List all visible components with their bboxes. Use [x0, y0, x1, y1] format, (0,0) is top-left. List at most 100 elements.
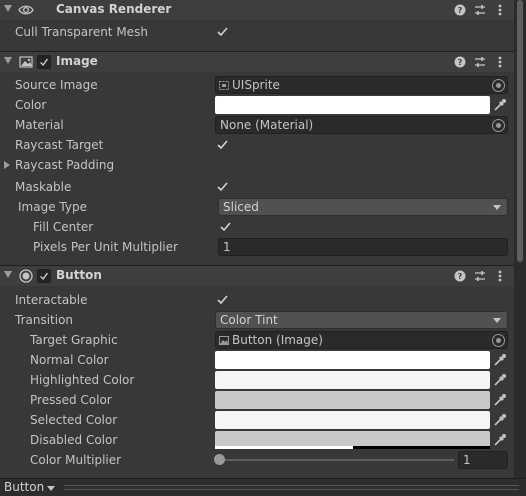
- highlighted-color-label: Highlighted Color: [30, 373, 135, 387]
- color-row: Color: [0, 95, 514, 115]
- color-multiplier-label: Color Multiplier: [30, 453, 122, 467]
- eyedropper-icon[interactable]: [493, 433, 507, 447]
- image-icon: [219, 336, 229, 345]
- image-type-label: Image Type: [18, 200, 87, 214]
- chevron-down-icon: [493, 205, 501, 210]
- raycast-target-checkbox[interactable]: [215, 137, 230, 152]
- target-graphic-row: Target Graphic Button (Image): [0, 330, 514, 350]
- component-title: Canvas Renderer: [56, 2, 172, 16]
- cull-transparent-mesh-label: Cull Transparent Mesh: [15, 25, 148, 39]
- foldout-arrow-icon[interactable]: [4, 271, 12, 278]
- color-multiplier-slider-track[interactable]: [222, 459, 454, 461]
- image-component-icon: [19, 56, 33, 68]
- selected-color-swatch[interactable]: [215, 411, 490, 429]
- fill-center-label: Fill Center: [33, 220, 94, 234]
- maskable-row: Maskable: [0, 177, 514, 197]
- button-component-icon: [19, 269, 33, 283]
- eyedropper-icon[interactable]: [493, 393, 507, 407]
- button-component-header[interactable]: Button ?: [0, 265, 514, 286]
- target-graphic-field[interactable]: Button (Image): [215, 331, 508, 349]
- color-multiplier-input[interactable]: 1: [458, 451, 508, 469]
- bottom-bar: Button: [0, 478, 526, 496]
- foldout-arrow-icon[interactable]: [4, 161, 10, 169]
- eyedropper-icon[interactable]: [493, 373, 507, 387]
- sprite-icon: [219, 81, 229, 90]
- more-menu-icon[interactable]: [493, 2, 507, 18]
- target-graphic-value: Button (Image): [232, 333, 323, 347]
- component-title: Image: [56, 54, 98, 68]
- scrollbar-thumb[interactable]: [517, 0, 523, 262]
- ppu-multiplier-label: Pixels Per Unit Multiplier: [33, 240, 178, 254]
- interactable-checkbox[interactable]: [215, 292, 230, 307]
- svg-text:?: ?: [458, 58, 463, 67]
- material-row: Material None (Material): [0, 115, 514, 135]
- presets-icon[interactable]: [473, 2, 487, 18]
- eyedropper-icon[interactable]: [493, 98, 507, 112]
- color-multiplier-row: Color Multiplier 1: [0, 450, 514, 470]
- raycast-target-row: Raycast Target: [0, 135, 514, 155]
- foldout-arrow-icon[interactable]: [4, 57, 12, 64]
- transition-label: Transition: [15, 313, 74, 327]
- transition-value: Color Tint: [220, 313, 278, 327]
- image-type-dropdown[interactable]: Sliced: [218, 198, 508, 216]
- help-icon[interactable]: ?: [453, 2, 467, 18]
- interactable-label: Interactable: [15, 293, 88, 307]
- ppu-multiplier-input[interactable]: 1: [218, 238, 508, 256]
- pressed-color-label: Pressed Color: [30, 393, 112, 407]
- image-component-header[interactable]: Image ?: [0, 51, 514, 72]
- vertical-scrollbar[interactable]: [514, 0, 526, 478]
- source-image-row: Source Image UISprite: [0, 75, 514, 95]
- normal-color-swatch[interactable]: [215, 351, 490, 369]
- selected-color-row: Selected Color: [0, 410, 514, 430]
- source-image-value: UISprite: [232, 78, 280, 92]
- source-image-field[interactable]: UISprite: [215, 76, 508, 94]
- help-icon[interactable]: ?: [453, 54, 467, 70]
- image-enabled-checkbox[interactable]: [37, 55, 51, 69]
- highlighted-color-row: Highlighted Color: [0, 370, 514, 390]
- image-type-row: Image Type Sliced: [0, 197, 514, 217]
- target-graphic-label: Target Graphic: [30, 333, 118, 347]
- chevron-down-icon[interactable]: [47, 486, 55, 491]
- help-icon[interactable]: ?: [453, 268, 467, 284]
- presets-icon[interactable]: [473, 268, 487, 284]
- maskable-checkbox[interactable]: [215, 179, 230, 194]
- color-multiplier-slider-handle[interactable]: [214, 454, 225, 465]
- source-image-label: Source Image: [15, 78, 98, 92]
- highlighted-color-swatch[interactable]: [215, 371, 490, 389]
- selected-color-label: Selected Color: [30, 413, 118, 427]
- material-value: None (Material): [220, 118, 314, 132]
- raycast-padding-label[interactable]: Raycast Padding: [15, 158, 114, 172]
- object-selector-button[interactable]: Button: [4, 480, 44, 494]
- eyedropper-icon[interactable]: [493, 413, 507, 427]
- material-label: Material: [15, 118, 64, 132]
- eyedropper-icon[interactable]: [493, 353, 507, 367]
- transition-dropdown[interactable]: Color Tint: [215, 311, 508, 329]
- chevron-down-icon: [493, 318, 501, 323]
- disabled-color-swatch[interactable]: [215, 431, 490, 449]
- object-picker-icon[interactable]: [492, 119, 505, 132]
- alpha-bar-fill: [215, 446, 353, 449]
- interactable-row: Interactable: [0, 290, 514, 310]
- pressed-color-row: Pressed Color: [0, 390, 514, 410]
- canvas-renderer-header[interactable]: Canvas Renderer ?: [0, 0, 514, 20]
- transition-row: Transition Color Tint: [0, 310, 514, 330]
- fill-center-checkbox[interactable]: [218, 219, 233, 234]
- more-menu-icon[interactable]: [493, 54, 507, 70]
- presets-icon[interactable]: [473, 54, 487, 70]
- eye-icon: [18, 5, 34, 15]
- image-type-value: Sliced: [223, 200, 259, 214]
- button-enabled-checkbox[interactable]: [37, 269, 51, 283]
- cull-transparent-mesh-checkbox[interactable]: [215, 24, 230, 39]
- foldout-arrow-icon[interactable]: [4, 5, 12, 12]
- object-picker-icon[interactable]: [492, 79, 505, 92]
- material-field[interactable]: None (Material): [215, 116, 508, 134]
- resize-handle[interactable]: [64, 485, 519, 490]
- more-menu-icon[interactable]: [493, 268, 507, 284]
- color-label: Color: [15, 98, 47, 112]
- pressed-color-swatch[interactable]: [215, 391, 490, 409]
- object-picker-icon[interactable]: [492, 334, 505, 347]
- fill-center-row: Fill Center: [0, 217, 514, 237]
- color-swatch[interactable]: [215, 96, 490, 114]
- raycast-padding-row[interactable]: Raycast Padding: [0, 155, 514, 175]
- raycast-target-label: Raycast Target: [15, 138, 104, 152]
